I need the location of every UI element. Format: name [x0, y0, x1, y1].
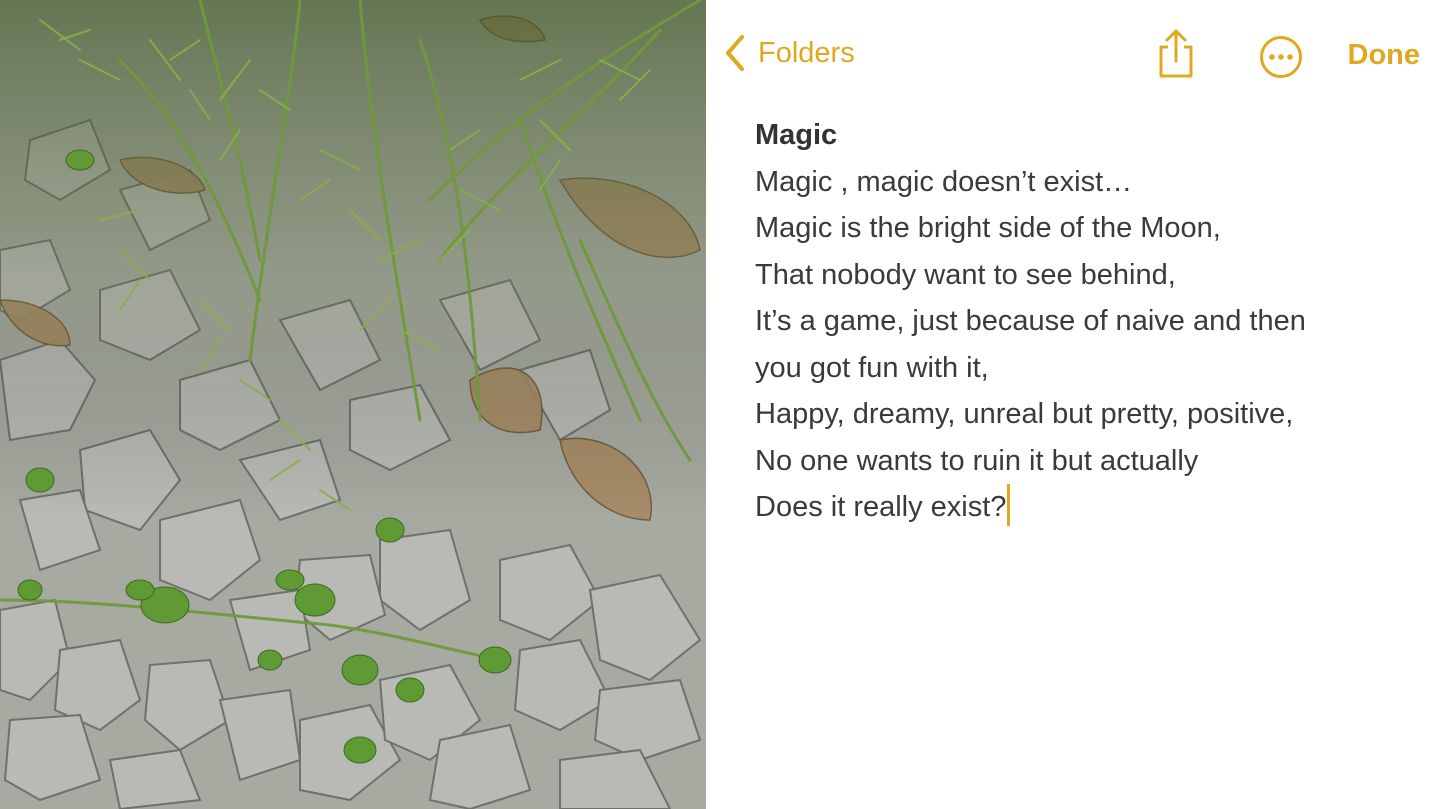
note-text-area[interactable]: Magic Magic , magic doesn’t exist… Magic… [755, 112, 1415, 531]
share-icon [1159, 29, 1193, 78]
note-title: Magic [755, 119, 838, 151]
screen: Folders Done Magic Magic , magic doesn’t… [0, 0, 1440, 809]
last-note-line: Does it really exist? [755, 484, 1415, 531]
note-line: It’s a game, just because of naive and t… [755, 305, 1306, 337]
back-button-label: Folders [758, 36, 855, 69]
background-photo [0, 0, 706, 809]
note-line: Magic is the bright side of the Moon, [755, 212, 1221, 244]
share-button[interactable] [1155, 28, 1197, 80]
chevron-left-icon [726, 35, 744, 71]
note-line: you got fun with it, [755, 351, 989, 384]
back-to-folders-button[interactable]: Folders [724, 34, 855, 72]
text-cursor [1007, 484, 1011, 526]
done-button[interactable]: Done [1348, 41, 1421, 70]
more-options-button[interactable] [1259, 35, 1303, 79]
note-line: No one wants to ruin it but actually [755, 444, 1199, 477]
note-line-text: Does it really exist? [755, 491, 1007, 523]
gravel-and-grass-image [0, 0, 706, 809]
note-editor-panel: Folders Done Magic Magic , magic doesn’t… [706, 0, 1440, 809]
note-line: That nobody want to see behind, [755, 258, 1176, 291]
note-line: Magic , magic doesn’t exist… [755, 165, 1133, 198]
note-line: Happy, dreamy, unreal but pretty, positi… [755, 398, 1294, 430]
navigation-bar: Folders Done [706, 28, 1440, 84]
ellipsis-circle-icon [1260, 36, 1302, 78]
